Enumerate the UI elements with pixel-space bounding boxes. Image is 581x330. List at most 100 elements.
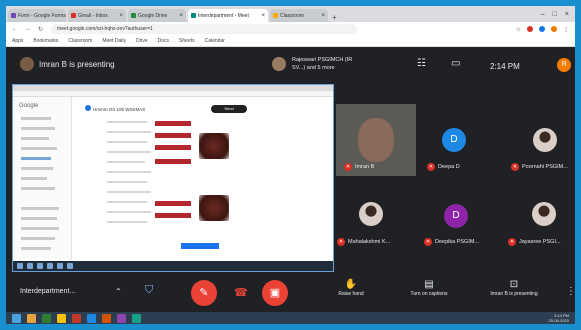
extensions-area: ☆ ⋮ bbox=[516, 26, 575, 33]
tab-label: Interdepartment - Meet bbox=[198, 12, 249, 19]
system-date: 25-09-2020 bbox=[548, 318, 569, 323]
sidebar-line bbox=[21, 237, 55, 240]
hand-icon: ✋ bbox=[344, 279, 358, 290]
participant-avatar[interactable]: D bbox=[444, 204, 468, 228]
self-avatar[interactable]: R bbox=[557, 58, 571, 72]
participant-avatar[interactable]: D bbox=[442, 128, 466, 152]
present-icon: ⊡ bbox=[509, 279, 519, 290]
taskbar-app-icon[interactable] bbox=[27, 313, 36, 323]
browser-tab[interactable]: Form - Google Forms× bbox=[8, 9, 66, 22]
browser-tab[interactable]: Gmail - Inbox × bbox=[68, 9, 126, 22]
new-tab-button[interactable]: + bbox=[332, 13, 337, 22]
taskbar-app-icon[interactable] bbox=[57, 313, 66, 323]
reload-icon[interactable]: ↻ bbox=[38, 26, 43, 33]
bookmark-item[interactable]: Meet Daily bbox=[102, 38, 126, 44]
close-icon[interactable]: × bbox=[119, 13, 123, 19]
chevron-up-icon[interactable]: ⌃ bbox=[115, 287, 122, 296]
bookmark-item[interactable]: Calendar bbox=[205, 38, 225, 44]
shared-taskbar bbox=[13, 261, 333, 271]
doc-line bbox=[107, 131, 151, 133]
captions-button[interactable]: ▤ Turn on captions bbox=[399, 279, 459, 298]
extension-icon[interactable] bbox=[527, 26, 533, 32]
sidebar-line bbox=[21, 207, 59, 210]
taskbar-app-icon[interactable] bbox=[42, 313, 51, 323]
doc-line bbox=[107, 211, 151, 213]
pinned-participants[interactable]: Rajeswari PSGIMCH (IR SV...) and 5 more bbox=[272, 54, 364, 76]
minimize-icon[interactable]: – bbox=[541, 11, 545, 18]
participant-name: Poornahi PSGIM... bbox=[522, 164, 568, 170]
close-icon[interactable]: × bbox=[179, 13, 183, 19]
chat-icon[interactable]: ▭ bbox=[451, 58, 460, 69]
sidebar-line bbox=[21, 247, 51, 250]
doc-line bbox=[107, 181, 147, 183]
sidebar-line bbox=[21, 167, 53, 170]
participant-avatar[interactable] bbox=[533, 128, 557, 152]
bookmark-item[interactable]: Classroom bbox=[68, 38, 92, 44]
mic-toggle-button[interactable]: ✎ bbox=[191, 280, 217, 306]
taskbar-app-icon[interactable] bbox=[102, 313, 111, 323]
participant-avatar[interactable] bbox=[532, 202, 556, 226]
browser-tab-active[interactable]: Interdepartment - Meet × bbox=[188, 9, 268, 22]
red-image-strip bbox=[155, 213, 191, 218]
participant-name: Deepa D bbox=[438, 164, 460, 170]
raise-hand-button[interactable]: ✋ Raise hand bbox=[321, 279, 381, 298]
camera-toggle-button[interactable]: ▣ bbox=[262, 280, 288, 306]
mic-off-icon: ✎ bbox=[199, 287, 209, 299]
doc-title: Hmmm OS 105 WXKMAX bbox=[93, 107, 146, 112]
taskbar-app-icon[interactable] bbox=[87, 313, 96, 323]
browser-tab[interactable]: Classroom × bbox=[270, 9, 328, 22]
forward-icon[interactable]: → bbox=[25, 26, 31, 33]
participant-label: ✕ Deepika PSGIM... bbox=[424, 238, 479, 246]
bookmark-item[interactable]: Sheets bbox=[179, 38, 195, 44]
screen-frame: Form - Google Forms× Gmail - Inbox× Goog… bbox=[6, 6, 575, 324]
back-icon[interactable]: ← bbox=[12, 26, 18, 33]
sidebar-line bbox=[21, 217, 57, 220]
taskbar-app-icon[interactable] bbox=[117, 313, 126, 323]
presenting-button[interactable]: ⊡ Imran B is presenting bbox=[484, 279, 544, 298]
taskbar-app-icon[interactable] bbox=[132, 313, 141, 323]
maximize-icon[interactable]: □ bbox=[553, 11, 557, 18]
camera-off-icon: ▣ bbox=[269, 287, 281, 299]
bookmark-item[interactable]: Docs bbox=[158, 38, 169, 44]
profile-icon[interactable] bbox=[551, 26, 557, 32]
browser-tab[interactable]: Google Drive × bbox=[128, 9, 186, 22]
pinned-label: Rajeswari PSGIMCH (IR SV...) and 5 more bbox=[292, 57, 353, 71]
system-tray-clock[interactable]: 2:14 PM 25-09-2020 bbox=[549, 313, 569, 323]
url-input[interactable]: meet.google.com/xzi-hqhx-zev?authuser=1 bbox=[51, 24, 358, 34]
shield-icon[interactable]: ⛉ bbox=[145, 284, 157, 298]
extension-icon[interactable] bbox=[539, 26, 545, 32]
close-icon[interactable]: × bbox=[261, 13, 265, 19]
participant-video bbox=[358, 118, 394, 162]
mic-off-icon: ✕ bbox=[508, 238, 516, 246]
tab-label: Google Drive bbox=[138, 12, 168, 19]
browser-tab-strip: Form - Google Forms× Gmail - Inbox× Goog… bbox=[6, 6, 575, 22]
star-icon[interactable]: ☆ bbox=[516, 26, 521, 33]
close-icon[interactable]: × bbox=[321, 13, 325, 19]
doc-line bbox=[107, 151, 151, 153]
close-window-icon[interactable]: × bbox=[565, 11, 569, 18]
people-icon[interactable]: ☷ bbox=[417, 58, 426, 69]
shared-app-logo: Google bbox=[19, 103, 39, 109]
navigation-buttons: ← → ↻ bbox=[12, 26, 43, 33]
participant-name: Imran B bbox=[355, 164, 375, 170]
avatar bbox=[272, 57, 286, 71]
taskbar-app-icon bbox=[47, 263, 53, 269]
tab-favicon-icon bbox=[131, 13, 136, 18]
taskbar-app-icon[interactable] bbox=[72, 313, 81, 323]
menu-icon[interactable]: ⋮ bbox=[563, 26, 569, 33]
shared-send-button: Send bbox=[211, 105, 247, 113]
start-icon[interactable] bbox=[12, 313, 21, 323]
hang-up-icon[interactable]: ☎ bbox=[234, 286, 248, 299]
tab-favicon-icon bbox=[273, 13, 278, 18]
meeting-details[interactable]: Interdepartment... bbox=[20, 288, 75, 295]
participant-avatar[interactable] bbox=[359, 202, 383, 226]
sidebar-line bbox=[21, 177, 47, 180]
bookmark-item[interactable]: Bookmarks bbox=[33, 38, 58, 44]
taskbar-app-icon bbox=[67, 263, 73, 269]
tab-label: Form - Google Forms bbox=[18, 12, 66, 19]
meeting-clock: 2:14 PM bbox=[490, 62, 520, 71]
bookmark-item[interactable]: Drive bbox=[136, 38, 148, 44]
bookmark-item[interactable]: Apps bbox=[12, 38, 23, 44]
tab-label: Gmail - Inbox bbox=[78, 12, 108, 19]
more-options-icon[interactable]: ⋮ bbox=[566, 286, 575, 297]
